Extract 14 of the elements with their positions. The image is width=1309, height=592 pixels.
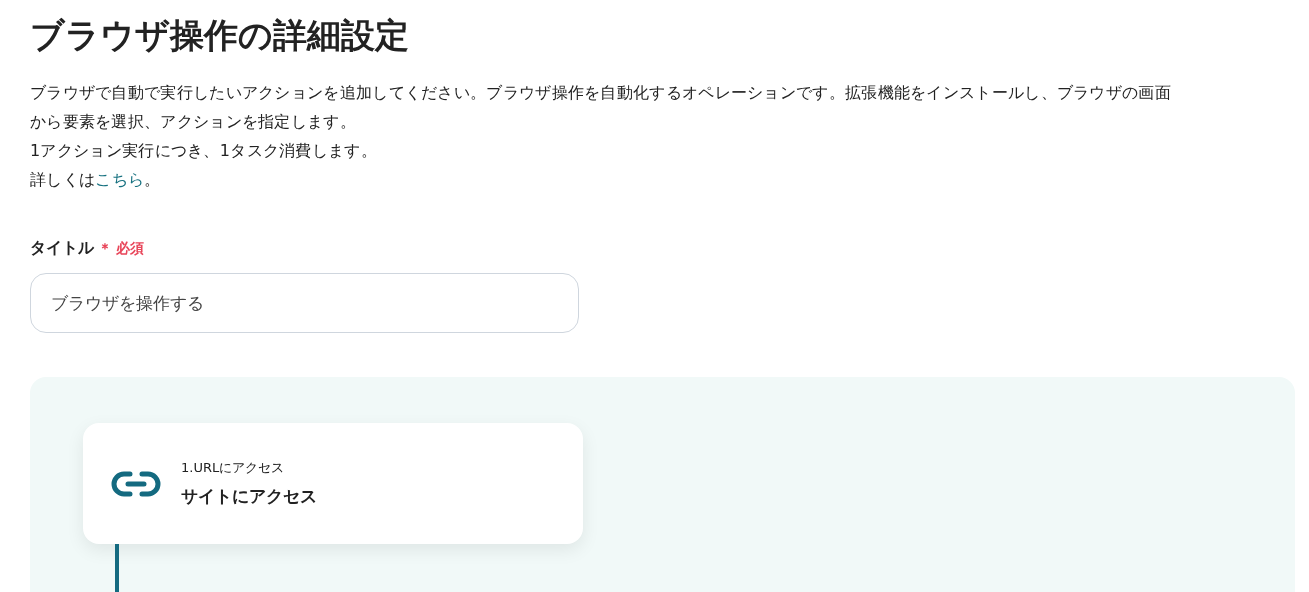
required-text: 必須	[116, 240, 144, 258]
field-label: タイトル	[30, 238, 94, 259]
description-text: ブラウザで自動で実行したいアクションを追加してください。ブラウザ操作を自動化するオペレーションです。拡張機能をインストールし、ブラウザの画面	[30, 82, 1172, 104]
page-heading: ブラウザ操作の詳細設定	[30, 14, 410, 57]
description-text: から要素を選択、アクションを指定します。	[30, 111, 357, 133]
action-name: サイトにアクセス	[181, 485, 317, 508]
details-link[interactable]: こちら	[95, 170, 145, 189]
title-input-field[interactable]: ブラウザを操作する	[30, 273, 579, 333]
required-mark: ＊	[98, 240, 112, 258]
link-icon	[111, 469, 161, 498]
description-text: 詳しくはこちら。	[30, 169, 162, 191]
action-card[interactable]: 1.URLにアクセス サイトにアクセス	[83, 423, 583, 544]
description-text: 1アクション実行につき、1タスク消費します。	[30, 140, 378, 162]
action-step-label: 1.URLにアクセス	[181, 459, 286, 477]
